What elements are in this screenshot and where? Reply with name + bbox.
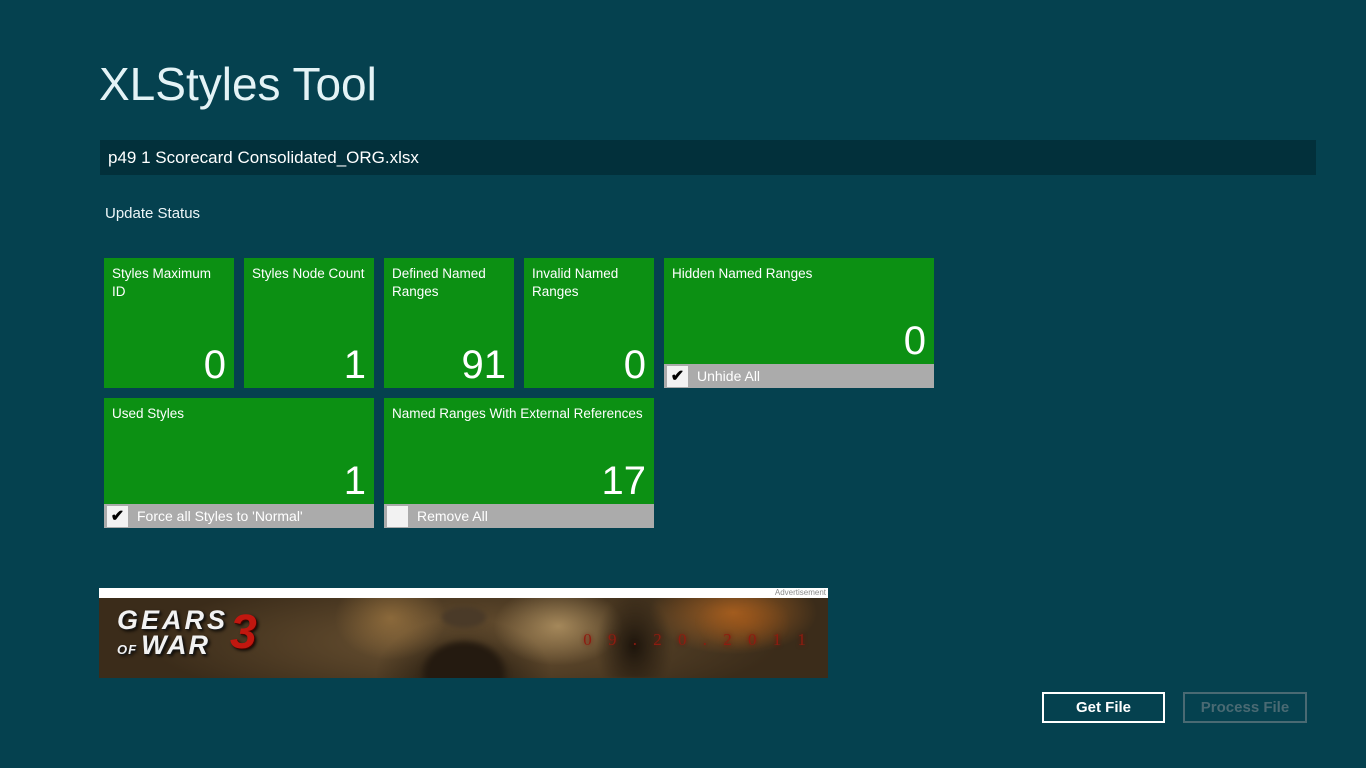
tile-value: 0	[664, 321, 934, 364]
status-tiles: Styles Maximum ID 0 Styles Node Count 1 …	[104, 258, 934, 538]
tile-value: 0	[104, 345, 234, 388]
checkbox-label: Force all Styles to 'Normal'	[137, 508, 303, 524]
release-date-text: 0 9 . 2 0 . 2 0 1 1	[583, 630, 812, 650]
checkmark-icon: ✔	[111, 506, 124, 526]
logo-number-3: 3	[230, 611, 257, 654]
gears-of-war-ad-image: GEARS OFWAR 3 0 9 . 2 0 . 2 0 1 1	[99, 598, 828, 678]
update-status-heading: Update Status	[105, 205, 200, 222]
advertisement-caption: Advertisement	[99, 588, 828, 598]
tile-value: 91	[384, 345, 514, 388]
tile-row-1: Styles Maximum ID 0 Styles Node Count 1 …	[104, 258, 934, 388]
remove-all-option: Remove All	[384, 504, 654, 528]
tile-named-ranges-external-refs: Named Ranges With External References 17…	[384, 398, 654, 528]
tile-value: 1	[244, 345, 374, 388]
force-styles-normal-checkbox[interactable]: ✔	[107, 506, 128, 527]
selected-file-name: p49 1 Scorecard Consolidated_ORG.xlsx	[108, 148, 419, 168]
process-file-button[interactable]: Process File	[1183, 692, 1307, 723]
tile-label: Named Ranges With External References	[384, 398, 654, 423]
tile-label: Invalid Named Ranges	[524, 258, 654, 301]
logo-line-of: OF	[117, 644, 137, 656]
tile-hidden-named-ranges: Hidden Named Ranges 0 ✔ Unhide All	[664, 258, 934, 388]
selected-file-bar: p49 1 Scorecard Consolidated_ORG.xlsx	[100, 140, 1316, 175]
checkmark-icon: ✔	[671, 366, 684, 386]
gears-of-war-logo: GEARS OFWAR 3	[117, 608, 257, 658]
tile-styles-node-count: Styles Node Count 1	[244, 258, 374, 388]
tile-label: Used Styles	[104, 398, 374, 423]
checkbox-label: Remove All	[417, 508, 488, 524]
remove-all-checkbox[interactable]	[387, 506, 408, 527]
page-title: XLStyles Tool	[99, 57, 377, 111]
tile-value: 0	[524, 345, 654, 388]
get-file-button[interactable]: Get File	[1042, 692, 1165, 723]
tile-label: Styles Maximum ID	[104, 258, 234, 301]
unhide-all-checkbox[interactable]: ✔	[667, 366, 688, 387]
tile-value: 1	[104, 461, 374, 504]
tile-value: 17	[384, 461, 654, 504]
tile-used-styles: Used Styles 1 ✔ Force all Styles to 'Nor…	[104, 398, 374, 528]
tile-row-2: Used Styles 1 ✔ Force all Styles to 'Nor…	[104, 398, 934, 528]
logo-line-war: WAR	[141, 633, 210, 658]
checkbox-label: Unhide All	[697, 368, 760, 384]
advertisement-banner[interactable]: Advertisement GEARS OFWAR 3 0 9 . 2 0 . …	[99, 588, 828, 678]
tile-label: Defined Named Ranges	[384, 258, 514, 301]
tile-label: Styles Node Count	[244, 258, 374, 283]
tile-styles-maximum-id: Styles Maximum ID 0	[104, 258, 234, 388]
tile-defined-named-ranges: Defined Named Ranges 91	[384, 258, 514, 388]
tile-invalid-named-ranges: Invalid Named Ranges 0	[524, 258, 654, 388]
force-styles-normal-option: ✔ Force all Styles to 'Normal'	[104, 504, 374, 528]
app-window: XLStyles Tool p49 1 Scorecard Consolidat…	[0, 0, 1366, 768]
unhide-all-option: ✔ Unhide All	[664, 364, 934, 388]
tile-label: Hidden Named Ranges	[664, 258, 934, 283]
